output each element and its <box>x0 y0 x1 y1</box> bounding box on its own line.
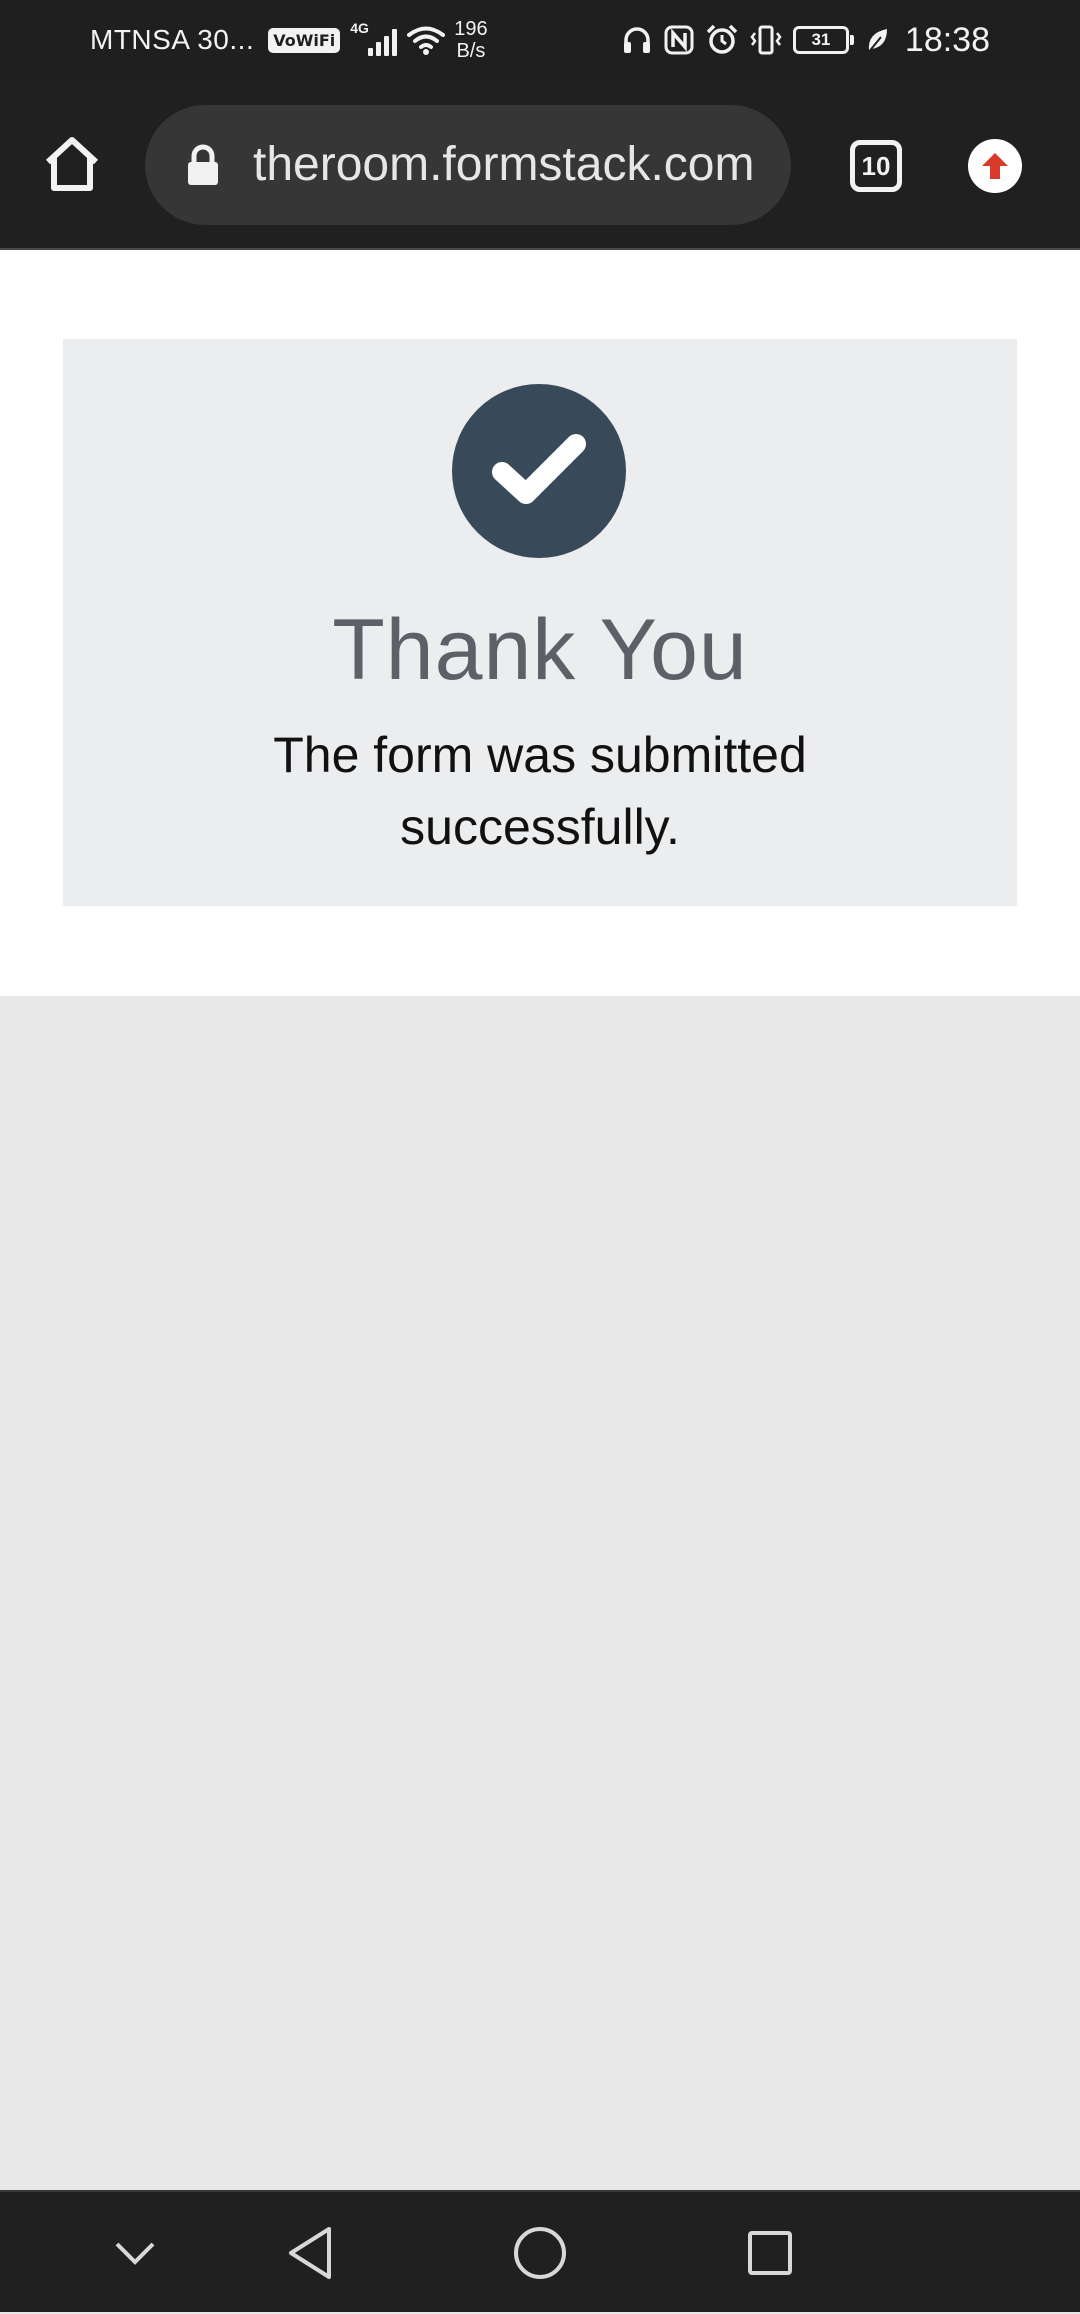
vowifi-badge: VoWiFi <box>268 27 341 53</box>
headphones-icon <box>623 27 650 53</box>
status-time: 18:38 <box>904 20 990 59</box>
update-arrow-icon[interactable] <box>968 139 1022 193</box>
lock-icon <box>188 144 218 185</box>
speed-value: 196 <box>454 18 488 40</box>
url-text: theroom.formstack.com <box>253 138 755 191</box>
back-icon[interactable] <box>270 2192 350 2314</box>
nfc-icon <box>664 25 694 55</box>
alarm-icon <box>706 24 738 54</box>
hide-chevron-icon[interactable] <box>100 2192 170 2314</box>
home-icon[interactable] <box>40 132 104 196</box>
browser-toolbar: theroom.formstack.com 10 <box>0 80 1080 250</box>
status-left: MTNSA 30... VoWiFi 4G 196 B/s <box>90 0 488 80</box>
speed-unit: B/s <box>456 40 486 62</box>
battery-saver-leaf-icon <box>867 29 887 54</box>
network-type: 4G <box>350 20 369 36</box>
status-bar: MTNSA 30... VoWiFi 4G 196 B/s 31 18:38 <box>0 0 1080 80</box>
tabs-icon[interactable]: 10 <box>850 140 902 192</box>
checkmark-circle-icon <box>452 384 626 558</box>
confirmation-title: Thank You <box>332 602 748 698</box>
wifi-icon <box>407 26 446 55</box>
signal-icon: 4G <box>350 20 400 60</box>
system-nav-bar <box>0 2190 1080 2312</box>
page-content: Thank You The form was submitted success… <box>0 250 1080 996</box>
status-right: 31 18:38 <box>621 0 990 80</box>
battery-icon: 31 <box>792 26 854 54</box>
confirmation-card: Thank You The form was submitted success… <box>63 339 1017 906</box>
home-circle-icon[interactable] <box>500 2192 580 2314</box>
recents-icon[interactable] <box>730 2192 810 2314</box>
vibrate-icon <box>750 25 782 55</box>
confirmation-message: The form was submitted successfully. <box>273 727 807 855</box>
address-bar[interactable]: theroom.formstack.com <box>145 105 791 225</box>
carrier-name: MTNSA 30... <box>90 24 255 55</box>
network-speed: 196 B/s <box>454 18 487 62</box>
